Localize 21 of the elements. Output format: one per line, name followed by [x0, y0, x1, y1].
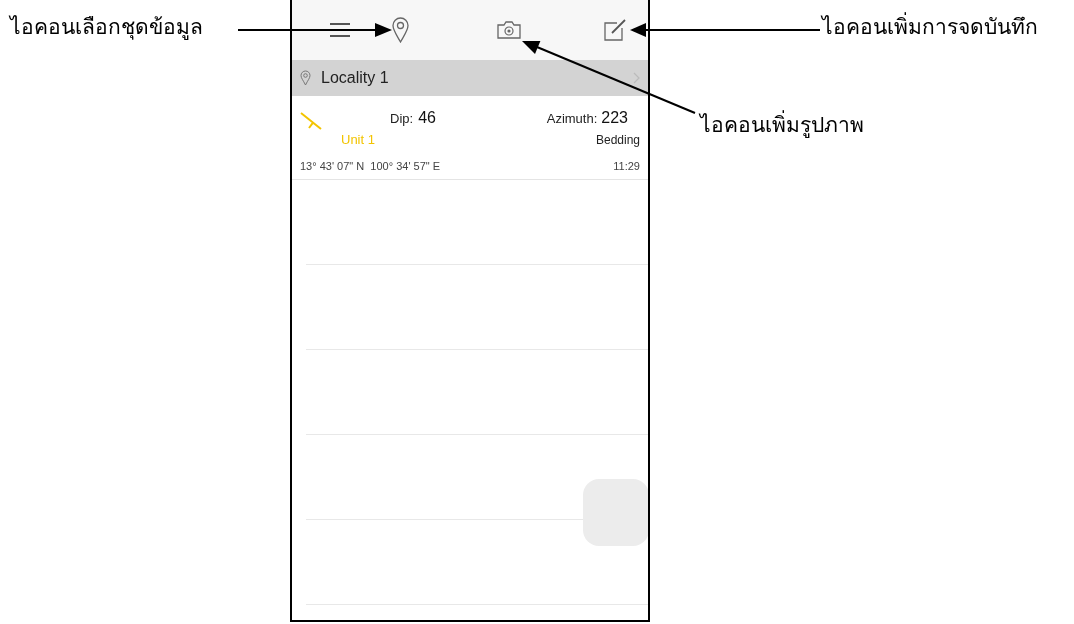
location-pin-icon: [300, 70, 311, 86]
callout-label: ไอคอนเลือกชุดข้อมูล: [10, 14, 203, 42]
compose-icon[interactable]: [604, 19, 628, 41]
locality-bar[interactable]: Locality 1: [292, 60, 648, 96]
time-label: 11:29: [613, 159, 640, 174]
strike-dip-icon: [300, 112, 322, 130]
camera-icon[interactable]: [497, 21, 521, 39]
callout-label: ไอคอนเพิ่มการจดบันทึก: [822, 12, 1038, 44]
locality-name: Locality 1: [321, 68, 389, 88]
dip-value: 46: [418, 108, 436, 128]
type-label: Bedding: [595, 132, 640, 149]
chevron-icon: [633, 72, 640, 84]
record-row[interactable]: Dip: 46 Unit 1 Azimuth: 223 Bedding 13° 43' 07" N 100° 34' 57" E 11:29: [292, 96, 648, 180]
coordinates: 13° 43' 07" N 100° 34' 57" E: [300, 159, 441, 174]
unit-label: Unit 1: [341, 131, 376, 149]
azimuth-value: 223: [601, 108, 628, 128]
location-pin-icon[interactable]: [392, 17, 409, 43]
callout-label: ไอคอนเพิ่มรูปภาพ: [700, 110, 864, 142]
azimuth-label: Azimuth:: [546, 110, 598, 128]
dip-label: Dip:: [390, 110, 414, 128]
menu-icon[interactable]: [330, 23, 350, 37]
